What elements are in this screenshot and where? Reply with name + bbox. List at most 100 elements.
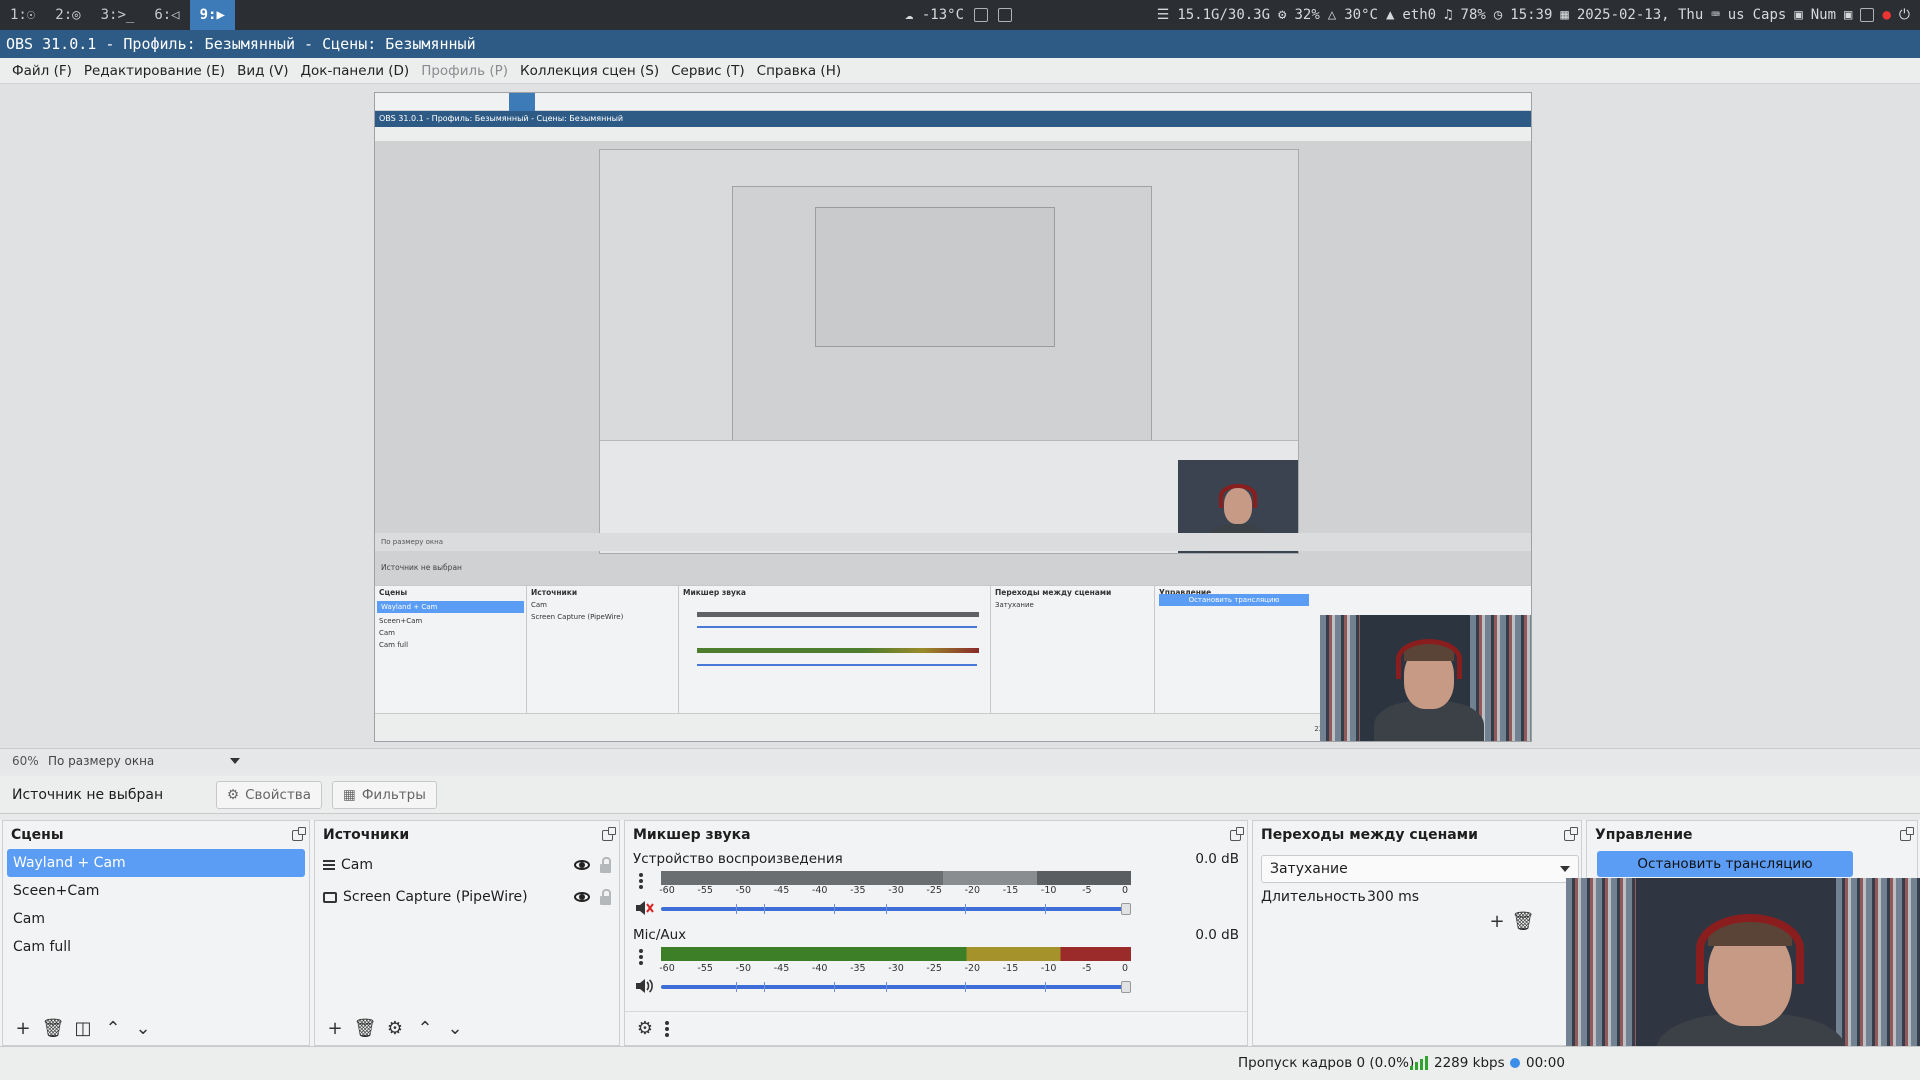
nested-scenes: Сцены Wayland + Cam Sceen+Cam Cam Cam fu…: [375, 586, 527, 714]
meter-tick-label: -20: [964, 963, 981, 974]
scene-item-sceen-cam[interactable]: Sceen+Cam: [7, 877, 305, 905]
undock-icon-5[interactable]: [1900, 826, 1914, 841]
nested-system-bar: [375, 93, 1531, 111]
preview-area[interactable]: OBS 31.0.1 - Профиль: Безымянный - Сцены…: [0, 84, 1920, 754]
menu-tools[interactable]: Сервис (T): [665, 63, 751, 79]
meter-tick-label: -40: [811, 885, 828, 896]
eye-off-icon[interactable]: [998, 8, 1013, 22]
meter-tick-label: -50: [735, 885, 752, 896]
sources-header: Источники: [315, 821, 619, 849]
kebab-menu-icon-3[interactable]: [665, 1020, 669, 1037]
menu-scene-collection[interactable]: Коллекция сцен (S): [514, 63, 665, 79]
nested-transition-type: Затухание: [995, 601, 1034, 609]
slider-knob-2[interactable]: [1121, 981, 1131, 993]
mixer-title: Микшер звука: [633, 827, 751, 843]
chevron-down-icon-4: [1560, 866, 1570, 872]
speaker-muted-icon[interactable]: [634, 899, 654, 917]
volume-slider[interactable]: [661, 903, 1131, 915]
nested-sources: Источники Cam Screen Capture (PipeWire): [527, 586, 679, 714]
nested-preview-3: [815, 207, 1055, 347]
duration-input[interactable]: 300 ms: [1359, 883, 1579, 911]
filters-button[interactable]: ▦ Фильтры: [332, 780, 437, 809]
speaker-icon[interactable]: [634, 977, 654, 995]
list-icon: [323, 860, 335, 870]
meter-tick-label: -25: [926, 885, 942, 896]
workspace-3[interactable]: 3:>_: [91, 0, 145, 30]
stop-streaming-button[interactable]: Остановить трансляцию: [1597, 851, 1853, 877]
menu-bar: Файл (F) Редактирование (E) Вид (V) Док-…: [0, 58, 1920, 84]
add-source-button[interactable]: +: [325, 1018, 345, 1039]
meter-tick-label: -15: [1002, 885, 1019, 896]
scene-item-cam-full[interactable]: Cam full: [7, 933, 305, 961]
weather-text: ☁ -13°C: [905, 7, 965, 23]
power-icon[interactable]: ⏻: [1899, 7, 1910, 23]
chevron-up-icon[interactable]: ⌃: [103, 1018, 123, 1039]
source-toolbar: Источник не выбран ⚙ Свойства ▦ Фильтры: [0, 776, 1920, 814]
add-scene-button[interactable]: +: [13, 1018, 33, 1039]
channel-name: Устройство воспроизведения: [633, 851, 843, 867]
workspace-2[interactable]: 2:◎: [45, 0, 90, 30]
source-item-screen-capture[interactable]: Screen Capture (PipeWire): [315, 881, 619, 913]
scene-filters-button[interactable]: ◫: [73, 1018, 93, 1039]
meter-tick-label: -50: [735, 963, 752, 974]
slider-knob[interactable]: [1121, 903, 1131, 915]
sys-right: ☰ 15.1G/30.3G ⚙ 32% △ 30°C ▲ eth0 ♫ 78% …: [1157, 0, 1910, 30]
obs-tray-icon[interactable]: ●: [1882, 7, 1890, 23]
menu-view[interactable]: Вид (V): [231, 63, 294, 79]
scene-item-wayland-cam[interactable]: Wayland + Cam: [7, 849, 305, 877]
meter-tick-label: -30: [888, 963, 904, 974]
add-transition-button[interactable]: +: [1487, 911, 1507, 932]
workspace-6[interactable]: 6:◁: [144, 0, 189, 30]
menu-file[interactable]: Файл (F): [6, 63, 78, 79]
volume-slider-2[interactable]: [661, 981, 1131, 993]
chevron-down-icon: [230, 757, 240, 764]
preview-canvas[interactable]: OBS 31.0.1 - Профиль: Безымянный - Сцены…: [374, 92, 1532, 742]
nested-transitions: Переходы между сценами Затухание: [991, 586, 1155, 714]
chevron-down-icon-2[interactable]: ⌄: [133, 1018, 153, 1039]
trash-icon[interactable]: 🗑: [42, 1018, 65, 1039]
lock-icon-source-2[interactable]: [600, 888, 611, 905]
chevron-down-icon-3[interactable]: ⌄: [445, 1018, 465, 1039]
properties-button[interactable]: ⚙ Свойства: [216, 780, 323, 809]
eye-icon[interactable]: [574, 860, 590, 870]
tray-app-icon[interactable]: [1860, 8, 1875, 22]
controls-header: Управление: [1587, 821, 1917, 849]
lock-icon-source[interactable]: [600, 856, 611, 873]
nested-menu: [375, 127, 1531, 141]
undock-icon-2[interactable]: [602, 826, 616, 841]
scene-item-cam[interactable]: Cam: [7, 905, 305, 933]
undock-icon-3[interactable]: [1230, 826, 1244, 841]
meter-ticks-2: -60 -55 -50 -45 -40 -35 -30 -25 -20 -15 -10 -5 0: [659, 963, 1131, 975]
undock-icon-4[interactable]: [1564, 826, 1578, 841]
clipboard-icon[interactable]: [974, 8, 989, 22]
gear-icon-2[interactable]: ⚙: [385, 1018, 405, 1039]
undock-icon[interactable]: [292, 826, 306, 841]
nested-mixer: Микшер звука: [679, 586, 991, 714]
menu-edit[interactable]: Редактирование (E): [78, 63, 231, 79]
clock-icon: ◷: [1493, 7, 1503, 23]
gear-icon-3[interactable]: ⚙: [635, 1018, 655, 1039]
meter-tick-label: -60: [659, 885, 675, 896]
trash-icon-2[interactable]: 🗑: [354, 1018, 377, 1039]
kebab-menu-icon[interactable]: [639, 873, 643, 889]
dropped-frames: Пропуск кадров 0 (0.0%): [1238, 1055, 1415, 1071]
kebab-menu-icon-2[interactable]: [639, 949, 643, 965]
nested-workspace: [509, 93, 535, 111]
nested-camera: [1320, 615, 1531, 741]
eye-icon-2[interactable]: [574, 892, 590, 902]
menu-docks[interactable]: Док-панели (D): [295, 63, 416, 79]
trash-icon-3[interactable]: 🗑: [1512, 911, 1535, 932]
workspace-1[interactable]: 1:☉: [0, 0, 45, 30]
transition-select[interactable]: Затухание: [1261, 855, 1579, 883]
chevron-up-icon-2[interactable]: ⌃: [415, 1018, 435, 1039]
channel-db-2: 0.0 dB: [1195, 927, 1239, 943]
menu-help[interactable]: Справка (H): [751, 63, 847, 79]
workspace-9[interactable]: 9:▶: [189, 0, 235, 30]
source-item-cam[interactable]: Cam: [315, 849, 619, 881]
properties-label: Свойства: [245, 786, 312, 803]
obs-window: 1:☉ 2:◎ 3:>_ 6:◁ 9:▶ ☁ -13°C ☰ 15.1G/30.…: [0, 0, 1920, 1080]
zoom-select[interactable]: По размеру окна: [44, 752, 244, 770]
nested-scene-1: Sceen+Cam: [379, 617, 423, 625]
menu-profile[interactable]: Профиль (P): [415, 63, 514, 79]
slider-notch: [735, 904, 737, 914]
